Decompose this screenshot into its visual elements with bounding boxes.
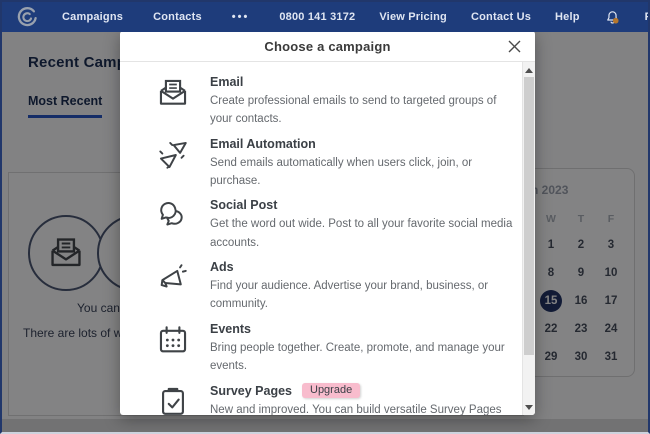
campaign-option-email[interactable]: Email Create professional emails to send… <box>156 75 522 128</box>
user-name: Paul <box>645 11 650 23</box>
scroll-down-icon[interactable] <box>523 400 535 414</box>
option-title: Events <box>210 322 518 336</box>
option-description: New and improved. You can build versatil… <box>210 404 502 415</box>
modal-scrollbar[interactable] <box>522 62 535 415</box>
option-title: Email <box>210 75 518 89</box>
scroll-up-icon[interactable] <box>523 63 535 77</box>
app-window: Campaigns Contacts ••• 0800 141 3172 Vie… <box>0 0 650 434</box>
campaign-option-email-automation[interactable]: Email Automation Send emails automatical… <box>156 137 522 190</box>
nav-campaigns[interactable]: Campaigns <box>62 11 123 23</box>
nav-contact-us[interactable]: Contact Us <box>471 11 531 23</box>
nav-phone-number: 0800 141 3172 <box>279 11 355 23</box>
option-title: Survey Pages Upgrade <box>210 383 518 398</box>
top-nav: Campaigns Contacts ••• 0800 141 3172 Vie… <box>2 2 648 32</box>
social-post-icon <box>156 198 194 251</box>
email-icon <box>156 75 194 128</box>
nav-help[interactable]: Help <box>555 11 580 23</box>
modal-header: Choose a campaign <box>120 31 535 62</box>
nav-view-pricing[interactable]: View Pricing <box>379 11 447 23</box>
scrollbar-thumb[interactable] <box>524 77 534 355</box>
option-description: Send emails automatically when users cli… <box>210 157 472 187</box>
campaign-option-survey-pages[interactable]: Survey Pages Upgrade New and improved. Y… <box>156 383 522 415</box>
option-title: Ads <box>210 260 518 274</box>
option-description: Create professional emails to send to ta… <box>210 95 496 125</box>
choose-campaign-modal: Choose a campaign <box>120 31 535 415</box>
option-title: Email Automation <box>210 137 518 151</box>
user-menu[interactable]: Paul <box>645 11 650 23</box>
option-description: Get the word out wide. Post to all your … <box>210 218 512 248</box>
campaign-option-ads[interactable]: Ads Find your audience. Advertise your b… <box>156 260 522 313</box>
ads-icon <box>156 260 194 313</box>
nav-contacts[interactable]: Contacts <box>153 11 202 23</box>
upgrade-badge: Upgrade <box>302 383 360 398</box>
nav-more-menu[interactable]: ••• <box>232 11 250 23</box>
campaign-option-events[interactable]: Events Bring people together. Create, pr… <box>156 322 522 375</box>
survey-pages-icon <box>156 383 194 415</box>
notification-bell-icon[interactable] <box>604 9 621 26</box>
events-icon <box>156 322 194 375</box>
option-description: Bring people together. Create, promote, … <box>210 342 505 372</box>
option-description: Find your audience. Advertise your brand… <box>210 280 488 310</box>
campaign-option-social-post[interactable]: Social Post Get the word out wide. Post … <box>156 198 522 251</box>
email-automation-icon <box>156 137 194 190</box>
campaign-type-list: Email Create professional emails to send… <box>120 62 522 415</box>
modal-title: Choose a campaign <box>264 39 390 54</box>
constant-contact-logo-icon[interactable] <box>16 6 38 28</box>
option-title: Social Post <box>210 198 518 212</box>
close-icon[interactable] <box>506 38 523 55</box>
